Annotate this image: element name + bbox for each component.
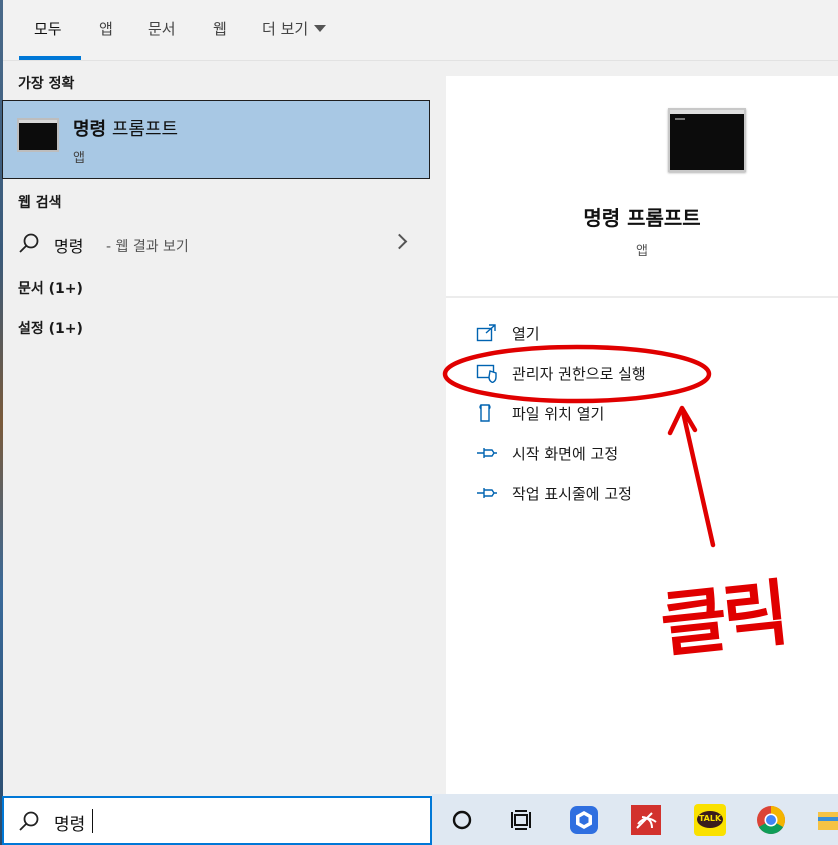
tab-apps[interactable]: 앱 xyxy=(99,18,113,48)
text-caret xyxy=(92,809,93,833)
action-run-as-admin-label: 관리자 권한으로 실행 xyxy=(512,365,646,383)
preview-title: 명령 프롬프트 xyxy=(583,206,701,230)
annotation-text: 클릭 xyxy=(656,570,790,668)
action-run-as-admin[interactable]: 관리자 권한으로 실행 xyxy=(476,361,796,387)
command-prompt-large-icon xyxy=(668,108,746,172)
shield-icon xyxy=(476,364,497,383)
action-open-file-location-label: 파일 위치 열기 xyxy=(512,405,605,423)
settings-header[interactable]: 설정 (1+) xyxy=(18,318,83,338)
chrome-icon[interactable] xyxy=(755,804,787,836)
kakaotalk-label: TALK xyxy=(698,814,722,823)
best-match-result[interactable]: 명령 프롬프트 앱 xyxy=(2,100,430,179)
action-open-label: 열기 xyxy=(512,325,540,343)
file-location-icon xyxy=(479,404,491,422)
caret-down-icon xyxy=(314,25,327,32)
documents-header[interactable]: 문서 (1+) xyxy=(18,278,83,298)
search-filter-tabs: 모두 앱 문서 웹 더 보기 xyxy=(3,0,838,61)
active-tab-indicator xyxy=(19,56,81,60)
open-icon xyxy=(476,324,496,342)
tab-documents[interactable]: 문서 xyxy=(148,18,176,48)
tab-more-label: 더 보기 xyxy=(262,20,309,38)
file-explorer-icon[interactable] xyxy=(816,804,838,836)
action-pin-to-taskbar[interactable]: 작업 표시줄에 고정 xyxy=(476,481,796,507)
preview-subtitle: 앱 xyxy=(636,244,648,259)
command-prompt-icon xyxy=(17,118,59,152)
action-pin-to-taskbar-label: 작업 표시줄에 고정 xyxy=(512,485,632,503)
best-match-header: 가장 정확 xyxy=(18,76,75,92)
best-match-title-bold: 명령 xyxy=(73,119,107,140)
tab-all[interactable]: 모두 xyxy=(34,18,62,48)
preview-divider xyxy=(446,296,838,298)
app-icon-red[interactable] xyxy=(630,804,662,836)
task-view-icon[interactable] xyxy=(506,804,538,836)
best-match-title: 명령 프롬프트 xyxy=(73,115,178,141)
pin-icon xyxy=(477,488,497,498)
preview-panel: 명령 프롬프트 앱 xyxy=(446,76,838,794)
action-pin-to-start-label: 시작 화면에 고정 xyxy=(512,445,619,463)
web-search-header: 웹 검색 xyxy=(18,195,62,211)
action-pin-to-start[interactable]: 시작 화면에 고정 xyxy=(476,441,796,467)
cortana-icon[interactable] xyxy=(446,804,478,836)
tab-web[interactable]: 웹 xyxy=(213,18,227,48)
search-icon xyxy=(19,811,39,831)
kakaotalk-icon[interactable]: TALK xyxy=(694,804,726,836)
action-open[interactable]: 열기 xyxy=(476,321,796,347)
web-result-suffix: - 웹 결과 보기 xyxy=(106,239,189,255)
web-query: 명령 xyxy=(54,237,84,256)
tab-more[interactable]: 더 보기 xyxy=(262,18,327,48)
search-icon xyxy=(19,233,39,253)
pin-icon xyxy=(477,448,497,458)
search-input[interactable]: 명령 xyxy=(54,810,85,835)
best-match-subtitle: 앱 xyxy=(73,151,85,166)
taskbar: TALK xyxy=(432,794,838,845)
best-match-title-rest: 프롬프트 xyxy=(106,119,179,140)
app-icon-blue[interactable] xyxy=(568,804,600,836)
search-box[interactable]: 명령 xyxy=(2,796,432,845)
action-open-file-location[interactable]: 파일 위치 열기 xyxy=(476,401,796,427)
web-search-result[interactable]: 명령 - 웹 결과 보기 xyxy=(18,232,418,258)
